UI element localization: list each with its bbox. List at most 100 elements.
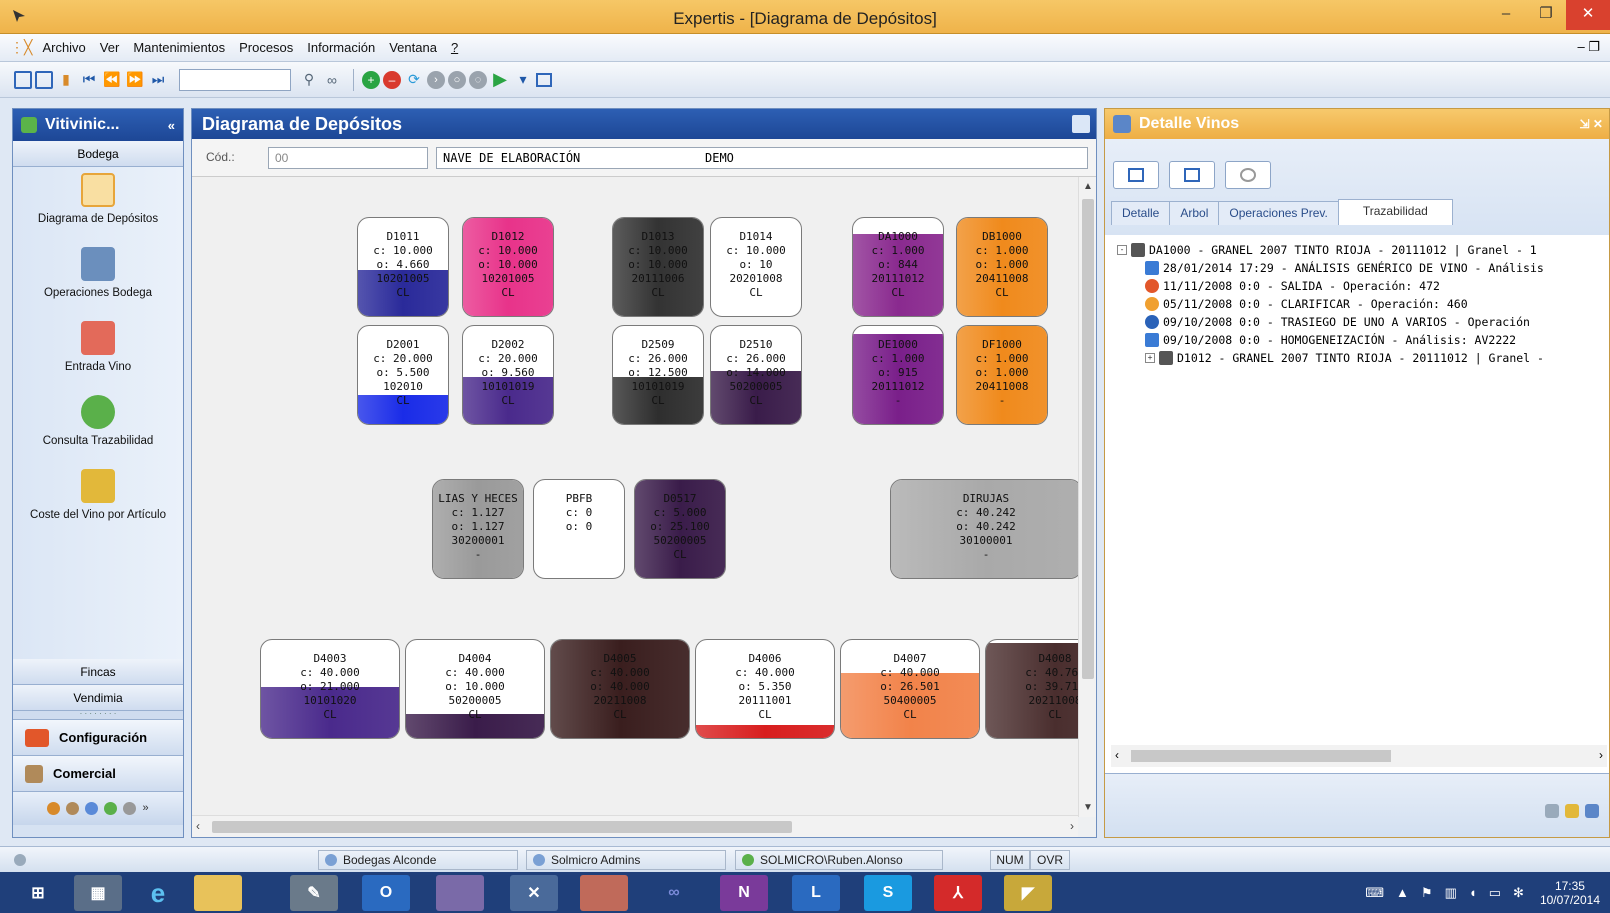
tree-node[interactable]: + D1012 - GRANEL 2007 TINTO RIOJA - 20111… xyxy=(1117,349,1607,367)
overflow-chevron-icon[interactable]: » xyxy=(142,802,148,815)
tree-node[interactable]: 11/11/2008 0:0 - SALIDA - Operación: 472 xyxy=(1117,277,1607,295)
tank-d4005[interactable]: D4005 c: 40.000 o: 40.000 20211008 CL xyxy=(550,639,690,739)
tank-db1000[interactable]: DB1000 c: 1.000 o: 1.000 20411008 CL xyxy=(956,217,1048,317)
scroll-up-icon[interactable]: ▲ xyxy=(1083,181,1093,192)
tank-d0517[interactable]: D0517 c: 5.000 o: 25.100 50200005 CL xyxy=(634,479,726,579)
tank-d2510[interactable]: D2510 c: 26.000 o: 14.000 50200005 CL xyxy=(710,325,802,425)
tree-node[interactable]: 05/11/2008 0:0 - CLARIFICAR - Operación:… xyxy=(1117,295,1607,313)
glasses-icon[interactable]: ∞ xyxy=(322,70,342,90)
tank-de1000[interactable]: DE1000 c: 1.000 o: 915 20111012- xyxy=(852,325,944,425)
tank-d4003[interactable]: D4003 c: 40.000 o: 21.000 10101020 CL xyxy=(260,639,400,739)
nave-field[interactable]: NAVE DE ELABORACIÓN DEMO xyxy=(436,147,1088,169)
nav-section-bodega[interactable]: Bodega xyxy=(13,141,183,167)
cancel-icon[interactable]: ○ xyxy=(448,70,466,89)
acrobat-icon[interactable]: ⅄ xyxy=(934,875,982,911)
tank-d4007[interactable]: D4007 c: 40.000 o: 26.501 50400005 CL xyxy=(840,639,980,739)
tab-detalle[interactable]: Detalle xyxy=(1111,201,1171,225)
internet-explorer-icon[interactable]: e xyxy=(134,875,182,911)
scroll-right-icon[interactable]: › xyxy=(1599,748,1603,762)
view-rows-button[interactable] xyxy=(1169,161,1215,189)
nav-group-configuracion[interactable]: Configuración xyxy=(13,719,183,755)
tab-trazabilidad[interactable]: Trazabilidad xyxy=(1337,199,1453,225)
tab-operaciones-prev[interactable]: Operaciones Prev. xyxy=(1218,201,1339,225)
delete-icon[interactable]: – xyxy=(383,70,401,89)
mdi-controls[interactable]: – ❐ xyxy=(1578,39,1601,55)
tab-arbol[interactable]: Arbol xyxy=(1169,201,1220,225)
globe-icon[interactable] xyxy=(85,802,99,815)
tools-icon[interactable]: ✎ xyxy=(290,875,338,911)
flag-icon[interactable]: ⚑ xyxy=(1421,885,1433,901)
tank-df1000[interactable]: DF1000 c: 1.000 o: 1.000 20411008- xyxy=(956,325,1048,425)
tank-d1014[interactable]: D1014 c: 10.000 o: 10 20201008 CL xyxy=(710,217,802,317)
stop-icon[interactable]: ◌ xyxy=(469,70,487,89)
dropdown-icon[interactable]: ▾ xyxy=(513,70,533,90)
previous-record-icon[interactable]: ⏪ xyxy=(102,70,122,90)
tank-d2509[interactable]: D2509 c: 26.000 o: 12.500 10101019 CL xyxy=(612,325,704,425)
maximize-button[interactable]: ❐ xyxy=(1526,0,1566,30)
next-record-icon[interactable]: ⏩ xyxy=(125,70,145,90)
skype-icon[interactable]: S xyxy=(864,875,912,911)
scroll-right-icon[interactable]: › xyxy=(1070,819,1074,833)
run-icon[interactable]: ▶ xyxy=(490,69,510,90)
tank-d2002[interactable]: D2002 c: 20.000 o: 9.560 10101019 CL xyxy=(462,325,554,425)
close-button[interactable]: ✕ xyxy=(1566,0,1610,30)
nav-item-diagrama[interactable]: Diagrama de Depósitos xyxy=(13,167,183,241)
menu-ventana[interactable]: Ventana xyxy=(389,40,437,55)
layout-grid-icon[interactable] xyxy=(14,70,32,89)
window-icon[interactable] xyxy=(536,72,552,87)
barrel-small-icon[interactable] xyxy=(1565,804,1579,818)
keyboard-icon[interactable]: ⌨ xyxy=(1365,885,1384,901)
vine-small-icon[interactable] xyxy=(104,802,118,815)
expand-node-icon[interactable]: + xyxy=(1145,353,1155,363)
nav-section-vendimia[interactable]: Vendimia xyxy=(13,685,183,711)
panel-options-icon[interactable] xyxy=(1072,115,1090,133)
scroll-down-icon[interactable]: ▼ xyxy=(1083,802,1093,813)
search-small-icon[interactable] xyxy=(1545,804,1559,818)
tree-node[interactable]: - DA1000 - GRANEL 2007 TINTO RIOJA - 2011… xyxy=(1117,241,1607,259)
tank-d1012[interactable]: D1012 c: 10.000 o: 10.000 10201005 CL xyxy=(462,217,554,317)
tree-node[interactable]: 09/10/2008 0:0 - HOMOGENEIZACIÓN - Análi… xyxy=(1117,331,1607,349)
onenote-icon[interactable]: N xyxy=(720,875,768,911)
volume-icon[interactable]: ◖ xyxy=(1469,885,1477,900)
tree-node[interactable]: 28/01/2014 17:29 - ANÁLISIS GENÉRICO DE … xyxy=(1117,259,1607,277)
record-search-input[interactable] xyxy=(179,68,291,91)
tank-d4004[interactable]: D4004 c: 40.000 o: 10.000 50200005 CL xyxy=(405,639,545,739)
tank-d1013[interactable]: D1013 c: 10.000 o: 10.000 20111006 CL xyxy=(612,217,704,317)
tree-node[interactable]: 09/10/2008 0:0 - TRASIEGO DE UNO A VARIO… xyxy=(1117,313,1607,331)
horizontal-scrollbar[interactable]: ‹ › xyxy=(192,815,1078,837)
collapse-node-icon[interactable]: - xyxy=(1117,245,1127,255)
document-icon[interactable]: ▮ xyxy=(56,70,76,90)
nav-group-comercial[interactable]: Comercial xyxy=(13,755,183,791)
vertical-scrollbar[interactable]: ▲ ▼ xyxy=(1078,177,1096,817)
tank-d1011[interactable]: D1011 c: 10.000 o: 4.660 10201005 CL xyxy=(357,217,449,317)
tank-d4006[interactable]: D4006 c: 40.000 o: 5.350 20111001 CL xyxy=(695,639,835,739)
minimize-button[interactable]: – xyxy=(1486,0,1526,30)
splitter-grip[interactable]: · · · · · · · · xyxy=(13,710,183,719)
wine-small-icon[interactable] xyxy=(1585,804,1599,818)
gear-icon[interactable] xyxy=(123,802,137,815)
forward-icon[interactable]: › xyxy=(427,70,445,89)
snipping-tool-icon[interactable]: ✕ xyxy=(510,875,558,911)
scroll-thumb[interactable] xyxy=(1131,750,1391,762)
detail-pin-icon[interactable]: ⇲ ✕ xyxy=(1580,117,1603,131)
tank-pbfb[interactable]: PBFB c: 0 o: 0 xyxy=(533,479,625,579)
layout-split-icon[interactable] xyxy=(35,70,53,89)
nav-item-coste[interactable]: Coste del Vino por Artículo xyxy=(13,463,183,537)
nav-item-trazabilidad[interactable]: Consulta Trazabilidad xyxy=(13,389,183,463)
tank-lias[interactable]: LIAS Y HECES c: 1.127 o: 1.127 30200001- xyxy=(432,479,524,579)
last-record-icon[interactable]: ⏭ xyxy=(148,70,168,90)
view-settings-button[interactable] xyxy=(1225,161,1271,189)
infinity-app-icon[interactable]: ∞ xyxy=(650,875,698,911)
scroll-left-icon[interactable]: ‹ xyxy=(1115,748,1119,762)
first-record-icon[interactable]: ⏮ xyxy=(79,70,99,90)
menu-mantenimientos[interactable]: Mantenimientos xyxy=(133,40,225,55)
lync-icon[interactable]: L xyxy=(792,875,840,911)
cod-input[interactable]: 00 xyxy=(268,147,428,169)
nav-section-fincas[interactable]: Fincas xyxy=(13,659,183,685)
calculator-icon[interactable]: ▦ xyxy=(74,875,122,911)
start-button[interactable]: ⊞ xyxy=(14,875,62,911)
view-columns-button[interactable] xyxy=(1113,161,1159,189)
media-app-icon[interactable] xyxy=(580,875,628,911)
image-editor-icon[interactable] xyxy=(436,875,484,911)
scroll-thumb[interactable] xyxy=(1082,199,1094,679)
